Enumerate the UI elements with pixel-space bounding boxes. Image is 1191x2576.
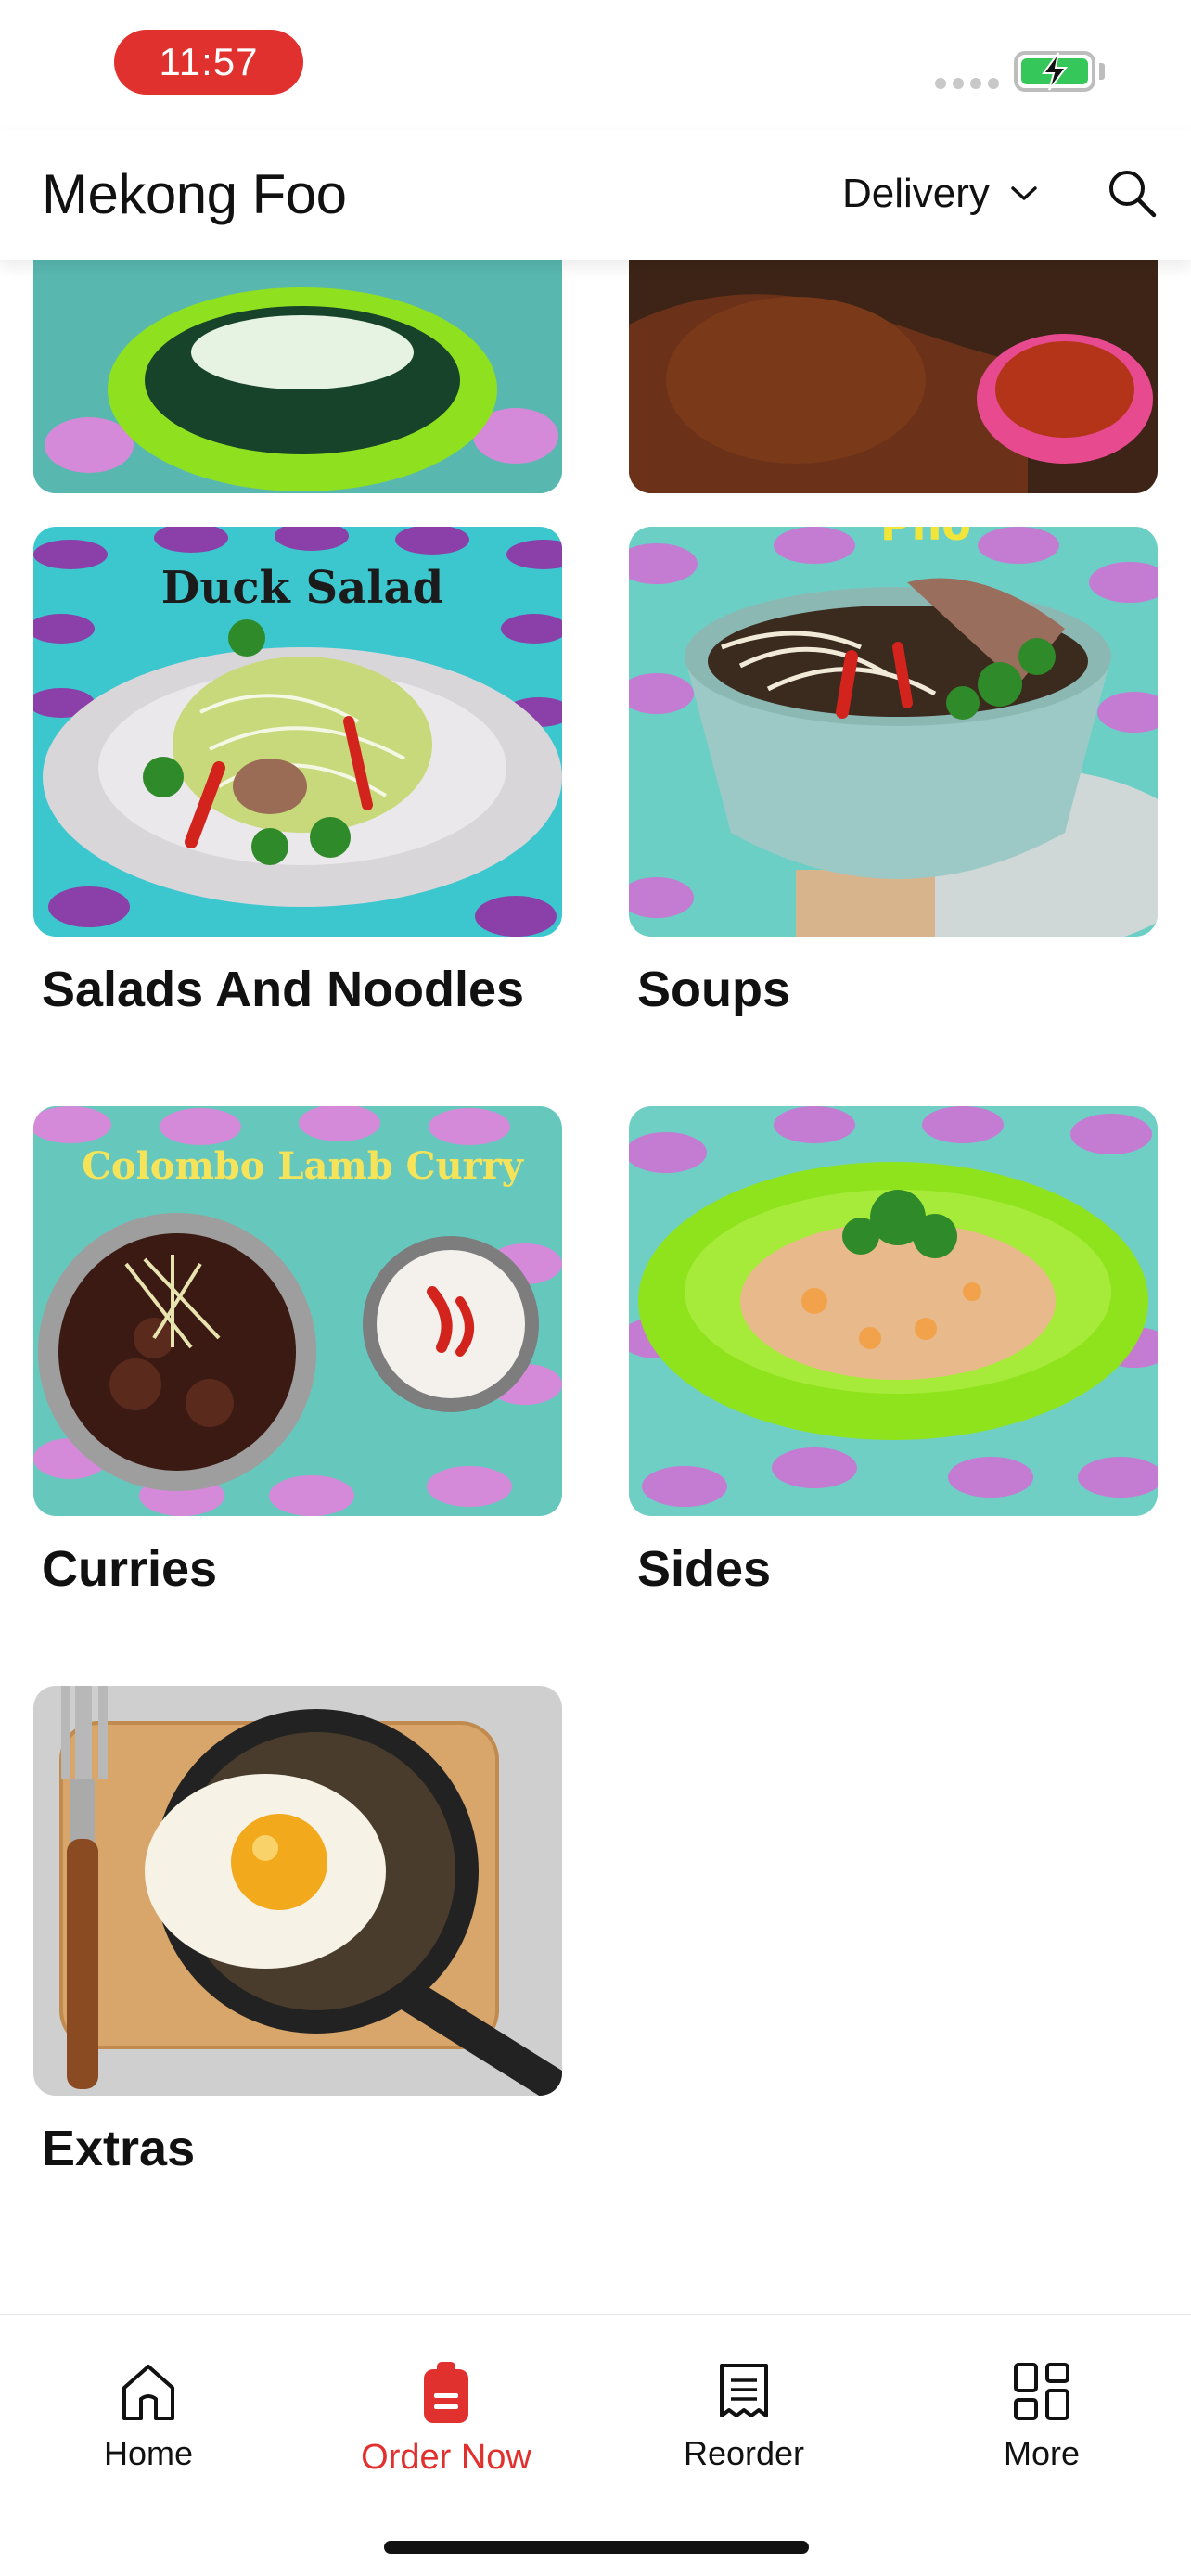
search-icon[interactable]	[1104, 165, 1159, 221]
category-grid: Small Plates Large Plates D	[0, 260, 1191, 2314]
chevron-down-icon	[1011, 186, 1037, 200]
tab-order-now[interactable]: Order Now	[344, 2362, 548, 2478]
category-label: Curries	[42, 1541, 218, 1597]
delivery-mode-selector[interactable]: Delivery	[842, 171, 1038, 217]
tab-label: Order Now	[361, 2438, 531, 2477]
brand-title: Mekong Foo	[42, 163, 347, 225]
category-label: Soups	[637, 962, 791, 1017]
image-overlay-text: Duck Salad	[161, 562, 443, 614]
category-image: Duck Salad	[33, 527, 562, 937]
home-indicator[interactable]	[384, 2541, 809, 2554]
category-label: Extras	[42, 2121, 196, 2176]
status-bar: 11:57	[0, 0, 1191, 130]
tab-reorder[interactable]: Reorder	[642, 2362, 846, 2473]
category-card-extras[interactable]: Extras	[33, 1686, 562, 2177]
bottom-tab-bar: Home Order Now Reorder More	[0, 2314, 1191, 2576]
category-image: Colombo Lamb Curry	[33, 1106, 562, 1516]
tab-label: More	[1003, 2434, 1081, 2472]
cellular-signal-icon	[935, 78, 999, 89]
category-image	[629, 1106, 1158, 1516]
category-label: Sides	[637, 1541, 772, 1597]
image-overlay-text: Pho	[880, 527, 971, 550]
battery-icon	[1014, 51, 1095, 92]
category-card-curries[interactable]: Colombo Lamb Curry Curries	[33, 1106, 562, 1598]
category-card-soups[interactable]: Pho Soups	[629, 527, 1158, 1018]
app-header: Mekong Foo Delivery	[0, 130, 1191, 260]
receipt-icon	[720, 2364, 768, 2417]
category-card-salads-and-noodles[interactable]: Duck Salad Salads And Noodles	[33, 527, 562, 1018]
category-image	[629, 260, 1158, 493]
tab-label: Home	[103, 2434, 194, 2472]
grid-icon	[1014, 2363, 1069, 2420]
status-time: 11:57	[114, 30, 303, 95]
category-image	[33, 1686, 562, 2096]
category-card-sides[interactable]: Sides	[629, 1106, 1158, 1598]
category-image: Pho	[629, 527, 1158, 937]
tab-home[interactable]: Home	[46, 2362, 250, 2473]
category-label: Salads And Noodles	[42, 962, 525, 1017]
battery-tip	[1099, 63, 1105, 80]
order-icon	[424, 2362, 468, 2423]
category-image	[33, 260, 562, 493]
image-overlay-text: Colombo Lamb Curry	[82, 1144, 525, 1188]
home-icon	[122, 2365, 174, 2420]
tab-more[interactable]: More	[940, 2362, 1144, 2473]
tab-label: Reorder	[683, 2434, 805, 2472]
delivery-mode-label: Delivery	[842, 171, 990, 216]
